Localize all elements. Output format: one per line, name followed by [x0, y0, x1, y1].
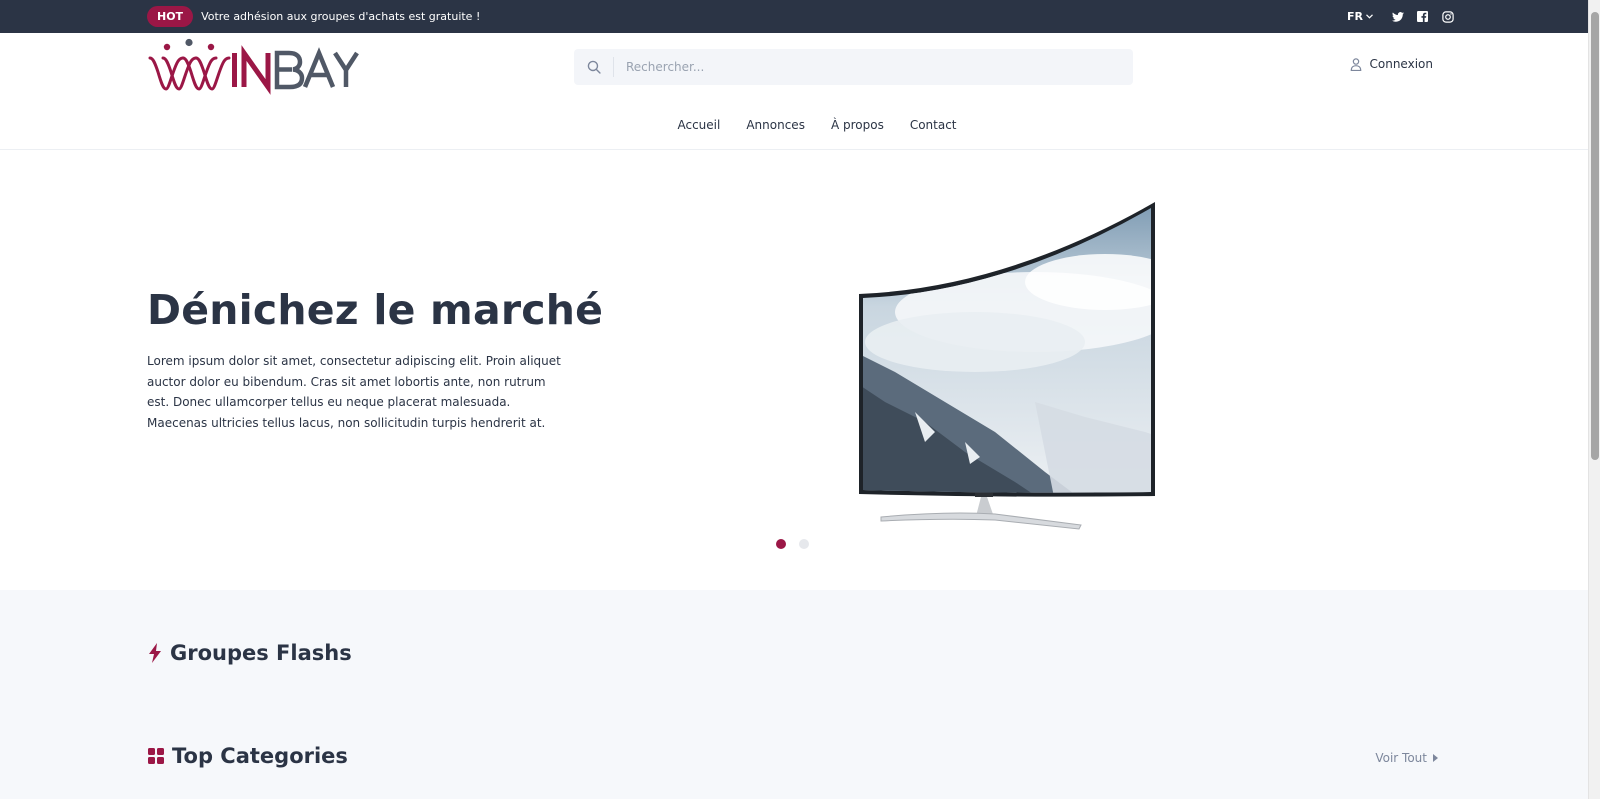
main-nav: Accueil Annonces À propos Contact — [0, 100, 1600, 150]
flash-groups-heading: Groupes Flashs — [148, 641, 352, 665]
top-categories-title: Top Categories — [172, 744, 348, 768]
topbar-actions: FR — [1347, 10, 1454, 23]
page-scrollbar[interactable] — [1588, 0, 1600, 799]
nav-item-contact[interactable]: Contact — [910, 118, 957, 132]
login-label: Connexion — [1369, 57, 1434, 71]
winbay-logo[interactable] — [147, 38, 359, 96]
nav-item-a-propos[interactable]: À propos — [831, 118, 884, 132]
login-button[interactable]: Connexion — [1350, 57, 1434, 71]
nav-item-annonces[interactable]: Annonces — [746, 118, 805, 132]
hero-title: Dénichez le marché — [147, 286, 604, 334]
scrollbar-thumb[interactable] — [1591, 12, 1599, 460]
caret-right-icon — [1433, 754, 1438, 762]
hot-badge: HOT — [147, 6, 194, 27]
carousel-dot-2[interactable] — [799, 539, 809, 549]
twitter-icon[interactable] — [1391, 10, 1404, 23]
nav-item-accueil[interactable]: Accueil — [677, 118, 720, 132]
facebook-icon[interactable] — [1416, 10, 1429, 23]
content-section: Groupes Flashs Top Categories Voir Tout — [0, 590, 1588, 799]
hero-carousel: Dénichez le marché Lorem ipsum dolor sit… — [0, 150, 1600, 590]
chevron-down-icon — [1366, 14, 1373, 19]
view-all-label: Voir Tout — [1375, 751, 1427, 765]
lightning-icon — [149, 643, 161, 663]
curved-tv-image — [859, 202, 1155, 530]
instagram-icon[interactable] — [1441, 10, 1454, 23]
promo-text: Votre adhésion aux groupes d'achats est … — [201, 10, 481, 23]
user-icon — [1350, 57, 1361, 71]
top-bar: HOT Votre adhésion aux groupes d'achats … — [0, 0, 1600, 33]
search-input[interactable] — [626, 60, 1133, 74]
hero-description: Lorem ipsum dolor sit amet, consectetur … — [147, 354, 561, 430]
carousel-dots — [776, 539, 809, 549]
flash-groups-title: Groupes Flashs — [170, 641, 352, 665]
carousel-dot-1[interactable] — [776, 539, 786, 549]
grid-icon — [148, 748, 164, 764]
promo-area: HOT Votre adhésion aux groupes d'achats … — [147, 6, 480, 27]
language-selector[interactable]: FR — [1347, 10, 1373, 23]
top-categories-heading: Top Categories — [148, 744, 348, 768]
main-header: Connexion — [0, 33, 1600, 100]
language-label: FR — [1347, 10, 1363, 23]
view-all-link[interactable]: Voir Tout — [1375, 751, 1438, 765]
search-bar — [574, 49, 1133, 85]
search-icon[interactable] — [574, 57, 614, 77]
